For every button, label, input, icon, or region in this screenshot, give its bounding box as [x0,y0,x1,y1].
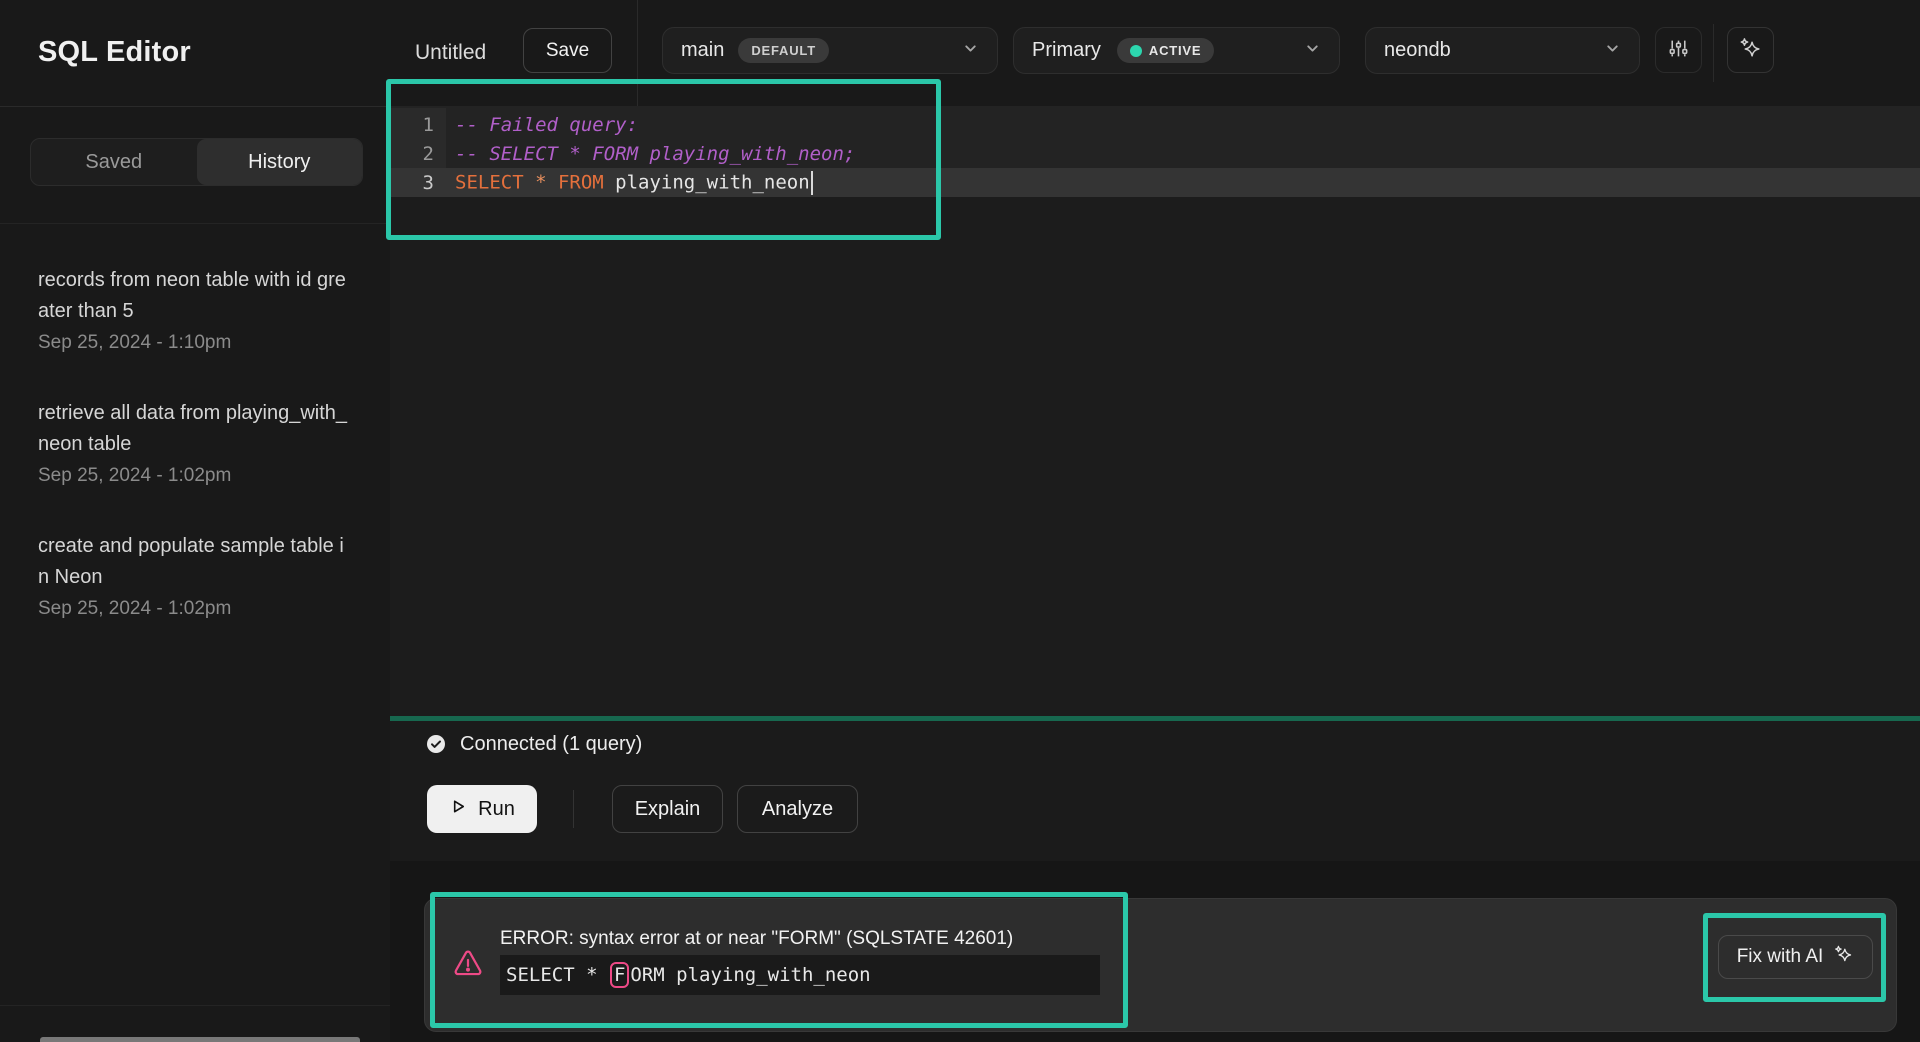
history-item-timestamp: Sep 25, 2024 - 1:10pm [38,332,354,354]
sparkle-icon [1833,944,1854,971]
sql-comment: -- SELECT * FORM playing_with_neon; [455,143,855,165]
sql-keyword: FROM [558,171,604,193]
sliders-icon [1667,37,1690,63]
code-line-3: 3 SELECT * FROM playing_with_neon [390,168,1920,197]
editor-settings-button[interactable] [1655,27,1702,73]
active-dot-icon [1130,45,1142,57]
sql-editor-app: SQL Editor Saved History records from ne… [0,0,1920,1042]
topbar-divider [637,0,638,106]
tab-history[interactable]: History [197,139,363,185]
code-line-1: 1 -- Failed query: [390,110,1920,139]
run-button[interactable]: Run [427,785,537,833]
compute-active-badge: ACTIVE [1117,38,1214,63]
history-list: records from neon table with id greater … [38,223,354,664]
branch-select[interactable]: main DEFAULT [662,27,998,74]
error-query-snippet: SELECT * FORM playing_with_neon [500,955,1100,995]
connection-status-text: Connected (1 query) [460,733,642,756]
analyze-button[interactable]: Analyze [737,785,858,833]
history-item[interactable]: records from neon table with id greater … [38,265,354,354]
save-button[interactable]: Save [523,28,612,73]
sql-star-operator: * [524,171,558,193]
branch-name: main [681,39,724,62]
history-item-title: create and populate sample table in Neon [38,531,354,593]
play-icon [449,797,468,822]
line-number: 2 [390,143,434,165]
history-item-title: records from neon table with id greater … [38,265,354,327]
branch-default-badge: DEFAULT [738,38,829,63]
compute-select[interactable]: Primary ACTIVE [1013,27,1340,74]
error-message: ERROR: syntax error at or near "FORM" (S… [500,928,1013,950]
history-item-timestamp: Sep 25, 2024 - 1:02pm [38,465,354,487]
database-select[interactable]: neondb [1365,27,1640,74]
chevron-down-icon [962,40,979,62]
explain-button[interactable]: Explain [612,785,723,833]
actions-divider [573,790,574,828]
results-area: ERROR: syntax error at or near "FORM" (S… [390,861,1920,1042]
warning-triangle-icon [452,948,484,983]
compute-name: Primary [1032,39,1101,62]
connection-status-bar: Connected (1 query) [390,721,1920,767]
fix-with-ai-button[interactable]: Fix with AI [1718,935,1873,979]
sidebar-bottom-divider [0,1005,390,1006]
history-item[interactable]: create and populate sample table in Neon… [38,531,354,620]
code-line-2: 2 -- SELECT * FORM playing_with_neon; [390,139,1920,168]
sql-identifier: playing_with_neon [604,171,810,193]
history-item-title: retrieve all data from playing_with_neon… [38,398,354,460]
sidebar-bottom-bar [40,1037,360,1042]
check-circle-icon [426,734,446,754]
topbar: Untitled Save main DEFAULT Primary ACTIV… [390,0,1920,106]
page-title: SQL Editor [38,36,191,69]
sidebar: SQL Editor Saved History records from ne… [0,0,390,1042]
database-name: neondb [1384,39,1451,62]
sparkle-icon [1738,36,1763,64]
tab-saved[interactable]: Saved [31,139,197,185]
sql-code-editor[interactable]: 1 -- Failed query: 2 -- SELECT * FORM pl… [390,106,1920,716]
history-item[interactable]: retrieve all data from playing_with_neon… [38,398,354,487]
history-item-timestamp: Sep 25, 2024 - 1:02pm [38,598,354,620]
chevron-down-icon [1304,40,1321,62]
line-number: 3 [390,172,434,194]
sidebar-header-divider [0,106,390,107]
text-caret [811,171,813,195]
ai-assist-button[interactable] [1727,27,1774,73]
saved-history-tabs: Saved History [30,138,363,186]
icon-divider [1713,24,1714,82]
sql-keyword: SELECT [455,171,524,193]
chevron-down-icon [1604,40,1621,62]
query-name-field[interactable]: Untitled [415,0,486,106]
sql-comment: -- Failed query: [455,114,638,136]
line-number: 1 [390,114,434,136]
error-highlight-char: F [610,962,629,988]
query-actions-bar: Run Explain Analyze [390,767,1920,861]
